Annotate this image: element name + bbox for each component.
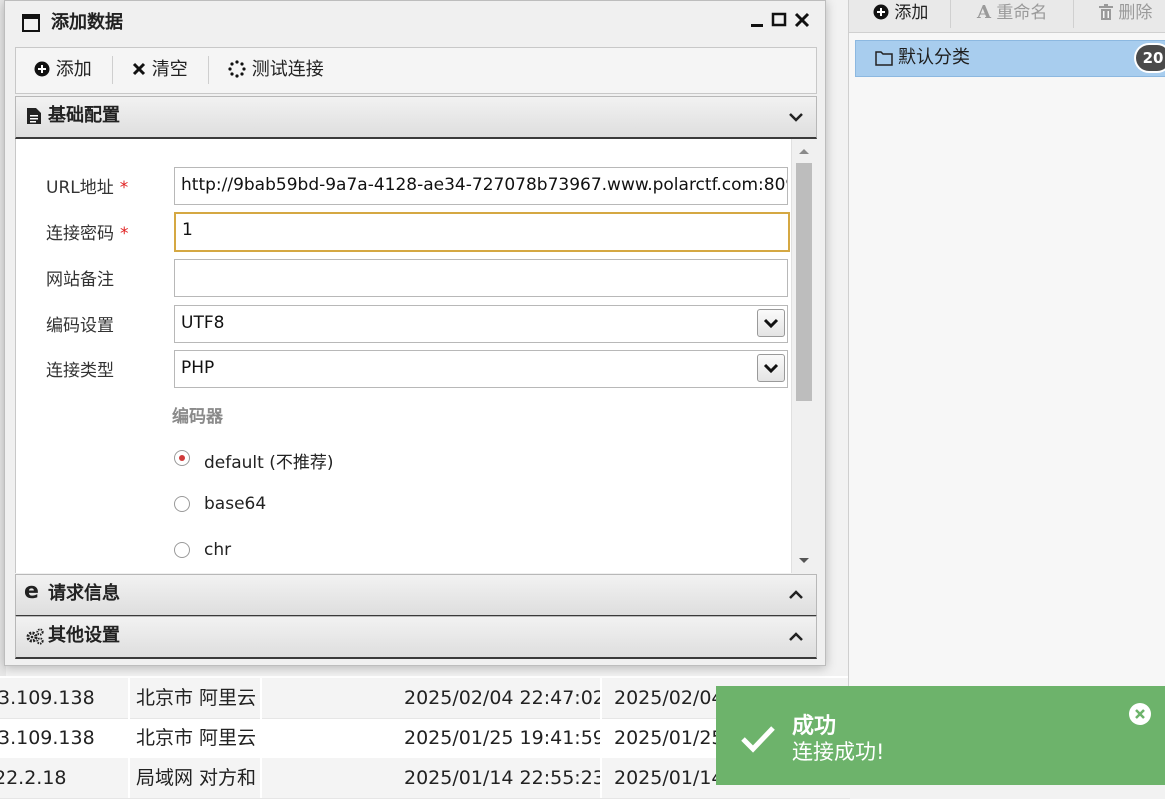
section-basic-config-header[interactable]: 基础配置 xyxy=(15,96,817,139)
category-label: 默认分类 xyxy=(898,47,970,68)
table-cell-ip: 3.109.138 xyxy=(0,678,130,718)
connection-type-selected-value: PHP xyxy=(181,358,215,378)
encoding-select[interactable]: UTF8 xyxy=(174,305,788,343)
radio-button[interactable] xyxy=(174,496,190,512)
required-mark: * xyxy=(119,178,129,198)
minimize-button[interactable] xyxy=(747,9,767,33)
chevron-up-icon xyxy=(789,590,803,599)
add-data-dialog: 添加数据 添加 清空 测试连接 基础配置 URL地址 * http://9bab… xyxy=(4,0,826,666)
chevron-down-icon xyxy=(789,113,803,122)
encoder-option-label: chr xyxy=(204,540,232,560)
category-rename-label: 重命名 xyxy=(996,3,1048,23)
section-other-settings-header[interactable]: 其他设置 xyxy=(15,616,817,659)
table-cell-location: 北京市 阿里云 xyxy=(136,678,262,718)
category-panel: 添加 A 重命名 删除 默认分类 20 xyxy=(848,0,1165,785)
clear-button[interactable]: 清空 xyxy=(132,48,188,91)
minimize-icon xyxy=(751,24,763,27)
toolbar-divider xyxy=(950,0,951,28)
scroll-up-icon xyxy=(799,149,809,154)
encoder-option-label: default (不推荐) xyxy=(204,453,334,473)
table-cell-location: 局域网 对方和 xyxy=(136,758,262,798)
dialog-title: 添加数据 xyxy=(51,12,123,33)
encoding-label: 编码设置 xyxy=(46,316,114,336)
section-basic-config-title: 基础配置 xyxy=(48,105,120,126)
toolbar-divider xyxy=(208,56,209,84)
encoding-selected-value: UTF8 xyxy=(181,313,225,333)
category-toolbar: 添加 A 重命名 删除 xyxy=(849,0,1165,33)
connection-type-label: 连接类型 xyxy=(46,361,114,381)
test-connection-label: 测试连接 xyxy=(251,59,324,80)
add-button-label: 添加 xyxy=(55,59,92,80)
check-icon xyxy=(741,726,775,753)
plus-circle-icon xyxy=(873,4,889,20)
encoding-dropdown-button[interactable] xyxy=(757,309,785,337)
url-label: URL地址 * xyxy=(46,178,129,198)
table-cell-created: 2025/02/04 22:47:02 xyxy=(404,678,602,718)
password-input[interactable]: 1 xyxy=(174,212,790,252)
connection-type-select[interactable]: PHP xyxy=(174,350,788,388)
trash-icon xyxy=(1099,4,1113,20)
category-rename-button[interactable]: A 重命名 xyxy=(977,0,1047,28)
password-label: 连接密码 * xyxy=(46,224,129,244)
table-cell-created: 2025/01/14 22:55:23 xyxy=(404,758,602,798)
basic-config-form: URL地址 * http://9bab59bd-9a7a-4128-ae34-72… xyxy=(15,139,792,573)
edge-icon: e xyxy=(24,579,39,604)
table-cell-created: 2025/01/25 19:41:59 xyxy=(404,718,602,758)
window-icon xyxy=(22,14,40,32)
plus-circle-icon xyxy=(34,61,50,77)
category-count-badge: 20 xyxy=(1136,45,1165,71)
chevron-down-icon xyxy=(763,318,779,329)
success-toast: 成功 连接成功! xyxy=(716,686,1165,785)
chevron-down-icon xyxy=(763,363,779,374)
form-scrollbar[interactable] xyxy=(791,139,816,573)
radio-button-selected[interactable] xyxy=(174,450,190,466)
folder-icon xyxy=(875,51,893,66)
category-delete-button[interactable]: 删除 xyxy=(1099,0,1152,28)
required-mark: * xyxy=(120,224,129,244)
category-add-label: 添加 xyxy=(894,3,929,23)
maximize-icon xyxy=(771,12,787,27)
toolbar-divider xyxy=(112,56,113,84)
scrollbar-thumb[interactable] xyxy=(796,163,812,401)
category-item-default[interactable]: 默认分类 20 xyxy=(855,40,1165,77)
scroll-down-icon xyxy=(799,558,809,563)
encoder-title: 编码器 xyxy=(172,407,223,427)
radio-button[interactable] xyxy=(174,542,190,558)
dialog-title-bar[interactable]: 添加数据 xyxy=(5,1,825,43)
url-input[interactable]: http://9bab59bd-9a7a-4128-ae34-727078b73… xyxy=(174,167,788,205)
connection-type-dropdown-button[interactable] xyxy=(757,354,785,382)
close-icon xyxy=(794,12,810,28)
table-cell-ip: 22.2.18 xyxy=(0,758,130,798)
table-cell-location: 北京市 阿里云 xyxy=(136,718,262,758)
close-button[interactable] xyxy=(792,9,812,33)
section-other-settings-title: 其他设置 xyxy=(48,625,120,646)
spinner-icon xyxy=(228,60,246,78)
dialog-toolbar: 添加 清空 测试连接 xyxy=(15,47,817,94)
encoder-option-label: base64 xyxy=(204,494,267,514)
category-add-button[interactable]: 添加 xyxy=(873,0,928,28)
section-request-info-header[interactable]: e 请求信息 xyxy=(15,574,817,617)
toast-close-button[interactable] xyxy=(1129,703,1151,725)
file-text-icon xyxy=(27,108,41,124)
font-icon: A xyxy=(977,2,991,23)
category-delete-label: 删除 xyxy=(1118,3,1153,23)
toolbar-divider xyxy=(1073,0,1074,28)
cogs-icon xyxy=(26,628,44,645)
toast-message: 连接成功! xyxy=(792,740,885,764)
close-icon xyxy=(1135,709,1145,719)
maximize-button[interactable] xyxy=(769,9,789,33)
table-cell-ip: 3.109.138 xyxy=(0,718,130,758)
note-input[interactable] xyxy=(174,259,788,297)
note-label: 网站备注 xyxy=(46,270,114,290)
section-request-info-title: 请求信息 xyxy=(48,583,120,604)
test-connection-button[interactable]: 测试连接 xyxy=(228,48,324,91)
chevron-up-icon xyxy=(789,632,803,641)
times-icon xyxy=(132,62,146,76)
clear-button-label: 清空 xyxy=(151,59,188,80)
add-button[interactable]: 添加 xyxy=(34,48,92,91)
